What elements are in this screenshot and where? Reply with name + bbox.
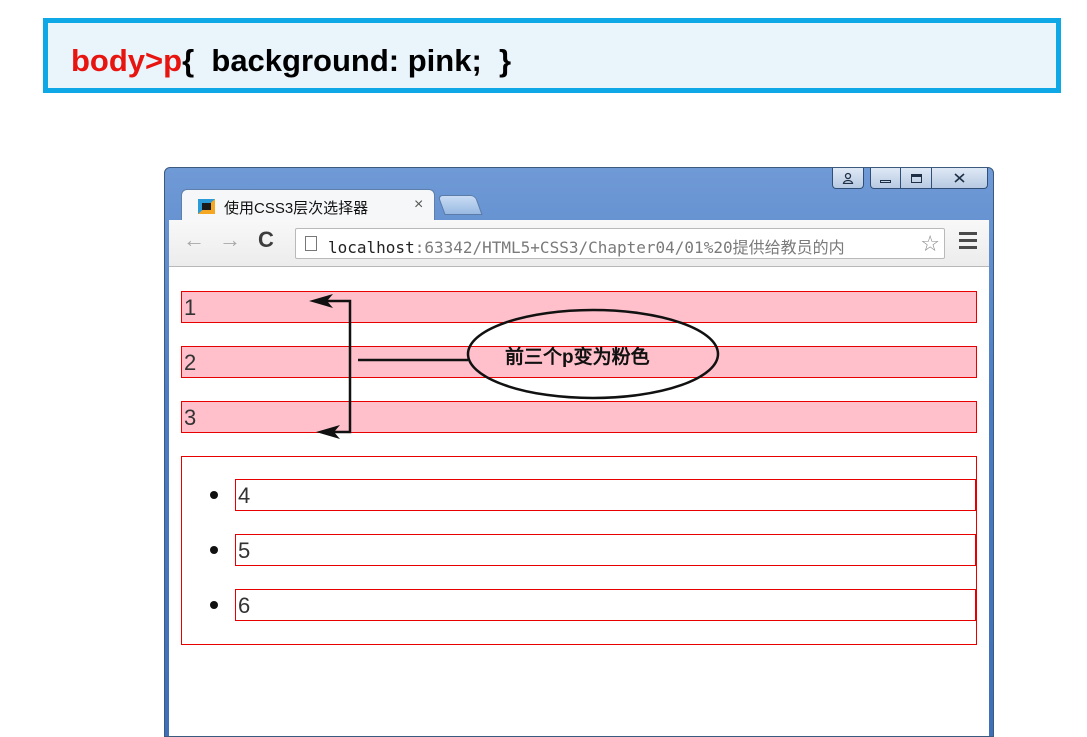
url-path: :63342/HTML5+CSS3/Chapter04/01%20提供给教员的内 [414, 238, 845, 257]
maximize-button[interactable] [901, 168, 932, 189]
paragraph: 3 [181, 401, 977, 433]
minimize-button[interactable] [870, 168, 901, 189]
bullet [210, 601, 218, 609]
tab-active[interactable]: 使用CSS3层次选择器 × [181, 189, 435, 221]
page-icon [305, 236, 317, 251]
css-rule: body>p{ background: pink; } [71, 45, 511, 76]
user-icon [842, 172, 854, 184]
paragraph: 1 [181, 291, 977, 323]
list-item: 4 [182, 479, 976, 511]
menu-icon[interactable] [959, 232, 977, 253]
new-tab-button[interactable] [437, 195, 483, 215]
bullet [210, 491, 218, 499]
user-profile-button[interactable] [832, 168, 864, 189]
bookmark-star-icon[interactable]: ☆ [920, 231, 940, 257]
maximize-icon [910, 173, 922, 183]
tab-title: 使用CSS3层次选择器 [224, 200, 369, 217]
tab-close-icon[interactable]: × [414, 196, 423, 214]
annotation-text: 前三个p变为粉色 [505, 347, 650, 368]
bullet [210, 546, 218, 554]
reload-icon[interactable]: C [258, 229, 274, 251]
unordered-list: 4 5 6 [181, 456, 977, 645]
minimize-icon [880, 179, 891, 183]
browser-window: 使用CSS3层次选择器 × ← → C localhost:63342/HTML… [164, 167, 994, 737]
page-viewport: 1 2 3 4 5 6 [169, 267, 989, 736]
close-icon [954, 173, 965, 183]
forward-arrow-icon[interactable]: → [219, 229, 241, 251]
list-item: 5 [182, 534, 976, 566]
list-item-paragraph: 5 [235, 534, 976, 566]
url-text: localhost:63342/HTML5+CSS3/Chapter04/01%… [328, 234, 845, 258]
list-item-paragraph: 6 [235, 589, 976, 621]
window-controls [832, 168, 988, 190]
css-selector: body>p [71, 43, 183, 78]
address-bar[interactable]: localhost:63342/HTML5+CSS3/Chapter04/01%… [295, 228, 945, 259]
css-declaration: { background: pink; } [182, 43, 512, 78]
code-banner: body>p{ background: pink; } [43, 18, 1061, 93]
browser-toolbar: ← → C localhost:63342/HTML5+CSS3/Chapter… [169, 220, 989, 267]
url-host: localhost [328, 238, 415, 257]
list-item: 6 [182, 589, 976, 621]
list-item-paragraph: 4 [235, 479, 976, 511]
close-window-button[interactable] [932, 168, 988, 189]
webstorm-favicon-icon [198, 199, 215, 214]
back-arrow-icon[interactable]: ← [183, 229, 205, 251]
